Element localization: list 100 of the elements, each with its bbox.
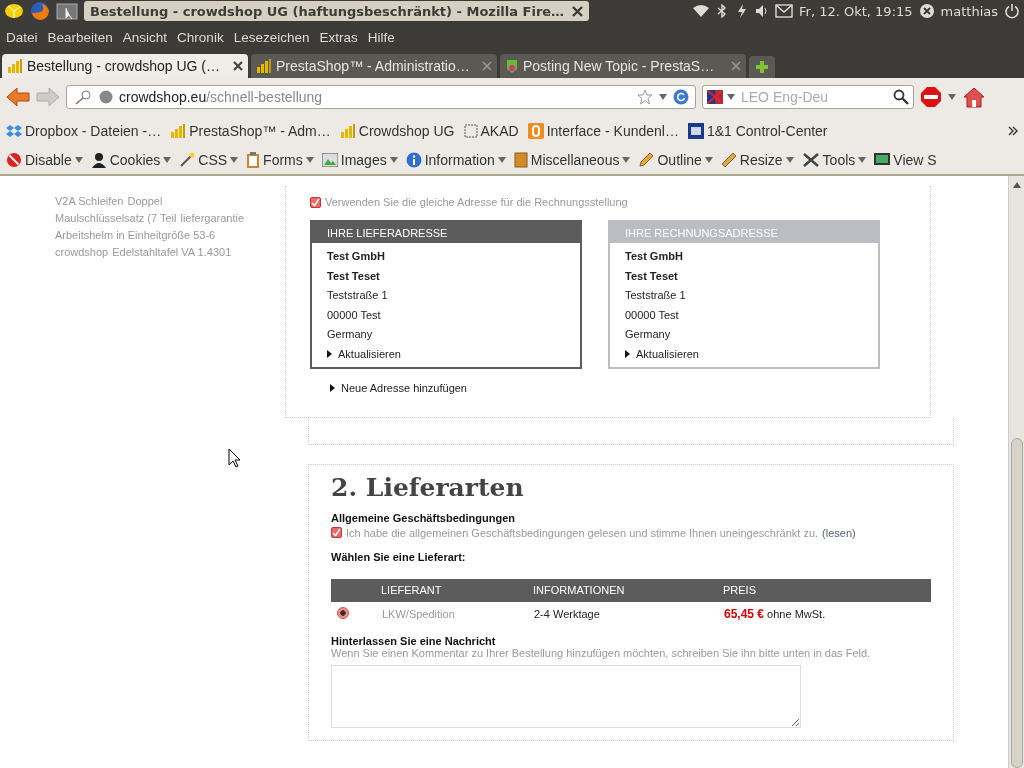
star-icon[interactable] — [637, 89, 653, 105]
triangle-icon — [625, 349, 630, 358]
toolbar-menu[interactable]: View S — [893, 152, 937, 168]
address-line: Test GmbH — [625, 249, 684, 264]
menu-item[interactable]: Chronik — [177, 29, 224, 45]
toolbar-menu[interactable]: Forms — [263, 152, 303, 168]
back-icon[interactable] — [6, 86, 30, 108]
terms-label: Ich habe die allgemeinen Geschäftsbedingungen gelesen und stimme Ihnen uneingeschränkt zu. — [346, 526, 819, 539]
reload-icon[interactable] — [673, 89, 689, 105]
radio-button[interactable] — [337, 607, 349, 619]
add-address-link[interactable]: Neue Adresse hinzufügen — [341, 380, 467, 395]
status-icon[interactable] — [918, 3, 935, 19]
menu-item[interactable]: Ansicht — [122, 29, 168, 45]
wand-icon — [179, 152, 196, 168]
toolbar-menu[interactable]: Tools — [822, 152, 856, 168]
toolbar-menu[interactable]: Miscellaneous — [530, 152, 620, 168]
wifi-icon[interactable] — [693, 4, 710, 18]
caret-icon — [622, 157, 631, 163]
scrollbar[interactable] — [1008, 176, 1024, 768]
caret-icon — [659, 94, 667, 100]
power-icon[interactable] — [1004, 3, 1020, 19]
menu-item[interactable]: Lesezeichen — [233, 29, 310, 45]
message-hint: Wenn Sie einen Kommentar zu Ihrer Bestellung hinzufügen möchten, schreiben Sie ihn bitte unten in das Feld. — [331, 646, 872, 659]
update-link[interactable]: Aktualisieren — [338, 346, 401, 361]
caret-icon — [858, 157, 867, 163]
speaker-icon[interactable] — [755, 4, 770, 18]
checkbox[interactable] — [310, 196, 321, 208]
address-field[interactable]: crowdshop.eu/schnell-bestellung — [66, 85, 696, 109]
triangle-icon — [327, 349, 332, 358]
clipboard-icon — [246, 152, 261, 168]
caret-icon — [948, 94, 956, 100]
terms-title: Allgemeine Geschäftsbedingungen — [331, 511, 516, 524]
browser-tab[interactable]: Bestellung - crowdshop UG (… — [2, 54, 248, 78]
user-name[interactable]: matthias — [940, 3, 998, 19]
window-title: Bestellung - crowdshop UG (haftungsbeschränkt) - Mozilla Fire… — [84, 1, 590, 21]
menu-item[interactable]: Extras — [319, 29, 358, 45]
toolbar-menu[interactable]: Information — [424, 152, 495, 168]
card-title: IHRE RECHNUNGSADRESSE — [610, 222, 878, 243]
pencil-icon — [638, 152, 655, 168]
update-link[interactable]: Aktualisieren — [636, 346, 699, 361]
address-line: Teststraße 1 — [625, 288, 687, 303]
tax-note: ohne MwSt. — [767, 608, 826, 620]
caret-icon — [74, 157, 83, 163]
dropbox-icon — [6, 124, 22, 138]
caret-icon — [305, 157, 314, 163]
bookmark-link[interactable]: AKAD — [480, 123, 519, 139]
globe-icon — [99, 90, 113, 104]
table-cell: LKW/Spedition — [381, 601, 533, 627]
menu-item[interactable]: Hilfe — [367, 29, 395, 45]
stop-sign-icon[interactable] — [920, 86, 942, 108]
caret-icon — [785, 157, 794, 163]
box-icon — [513, 152, 528, 168]
address-line: Germany — [327, 327, 374, 342]
bookmark-link[interactable]: PrestaShop™ - Adm… — [189, 123, 331, 139]
message-field[interactable] — [331, 664, 801, 728]
toolbar-menu[interactable]: Outline — [657, 152, 702, 168]
section-heading: 2. Lieferarten — [331, 472, 525, 502]
menu-item[interactable]: Bearbeiten — [47, 29, 113, 45]
search-icon[interactable] — [893, 89, 909, 105]
toolbar-menu[interactable]: CSS — [198, 152, 228, 168]
address-line: Teststraße 1 — [327, 288, 389, 303]
search-bar[interactable]: LEO Eng-Deu — [702, 85, 914, 109]
window-icon[interactable] — [56, 2, 78, 20]
checkbox-label: Verwenden Sie die gleiche Adresse für die Rechnungsstellung — [325, 196, 628, 208]
card-title: IHRE LIEFERADRESSE — [312, 222, 580, 243]
cursor-icon — [228, 448, 241, 468]
lemon-icon[interactable] — [4, 2, 24, 20]
new-tab-button[interactable] — [749, 56, 775, 78]
toolbar-menu[interactable]: Images — [340, 152, 387, 168]
browser-icon[interactable] — [30, 1, 50, 21]
checkbox[interactable] — [331, 527, 342, 538]
browser-tab[interactable]: PrestaShop™ - Administratio… — [251, 54, 497, 78]
menu-item[interactable]: Datei — [6, 29, 38, 45]
address-line: 00000 Test — [327, 307, 382, 322]
bookmark-link[interactable]: Crowdshop UG — [358, 123, 455, 139]
address-line: 00000 Test — [625, 307, 680, 322]
bar-chart-icon — [170, 123, 187, 139]
message-title: Hinterlassen Sie eine Nachricht — [331, 634, 497, 647]
close-icon[interactable] — [233, 61, 243, 71]
toolbar-menu[interactable]: Cookies — [109, 152, 161, 168]
caret-icon — [389, 157, 398, 163]
close-icon[interactable] — [572, 5, 584, 17]
table-cell: 2-4 Werktage — [533, 601, 723, 627]
read-link[interactable]: (lesen) — [822, 526, 856, 539]
image-icon — [321, 153, 338, 167]
page-icon — [463, 124, 478, 138]
address-line: Test GmbH — [327, 249, 386, 264]
envelope-icon[interactable] — [775, 4, 794, 18]
chevron-icon[interactable] — [1008, 126, 1018, 136]
bookmark-link[interactable]: 1&1 Control-Center — [706, 123, 828, 139]
scroll-thumb[interactable] — [1010, 438, 1023, 768]
bookmark-link[interactable]: Dropbox - Dateien -… — [25, 123, 162, 139]
toolbar-menu[interactable]: Disable — [25, 152, 72, 168]
clock[interactable]: Fr, 12. Okt, 19:15 — [799, 3, 913, 19]
address-line: Germany — [625, 327, 672, 342]
home-icon[interactable] — [962, 86, 986, 108]
toolbar-menu[interactable]: Resize — [739, 152, 783, 168]
bookmark-link[interactable]: Interface - Kundenl… — [546, 123, 679, 139]
browser-tab[interactable]: Posting New Topic - PrestaS… — [500, 54, 746, 78]
caret-icon — [163, 157, 172, 163]
